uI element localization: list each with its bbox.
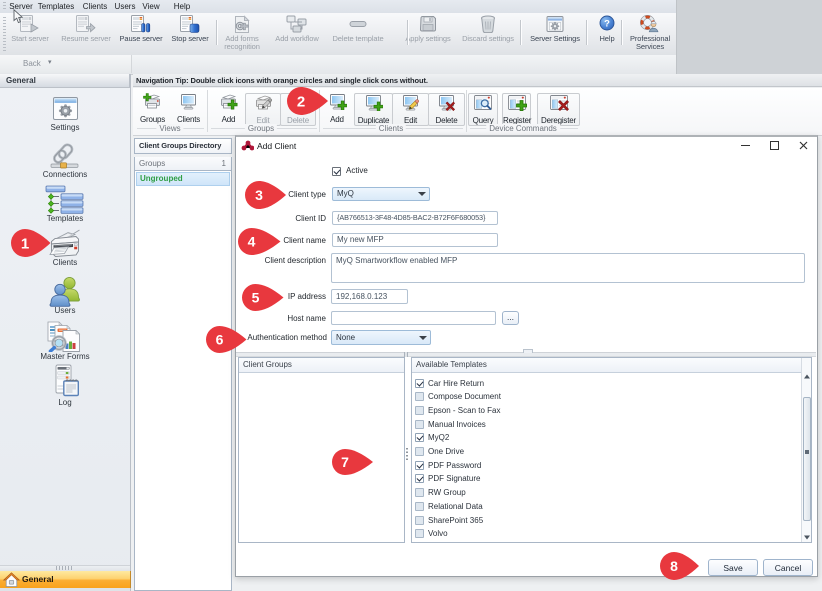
svg-text:7: 7: [341, 454, 349, 470]
svg-text:6: 6: [215, 331, 223, 347]
svg-text:2: 2: [297, 93, 305, 110]
svg-text:3: 3: [255, 187, 263, 203]
svg-text:?: ?: [604, 18, 610, 29]
svg-text:5: 5: [251, 289, 259, 305]
svg-text:1: 1: [20, 235, 28, 252]
svg-text:4: 4: [247, 233, 255, 249]
svg-text:8: 8: [670, 558, 678, 574]
